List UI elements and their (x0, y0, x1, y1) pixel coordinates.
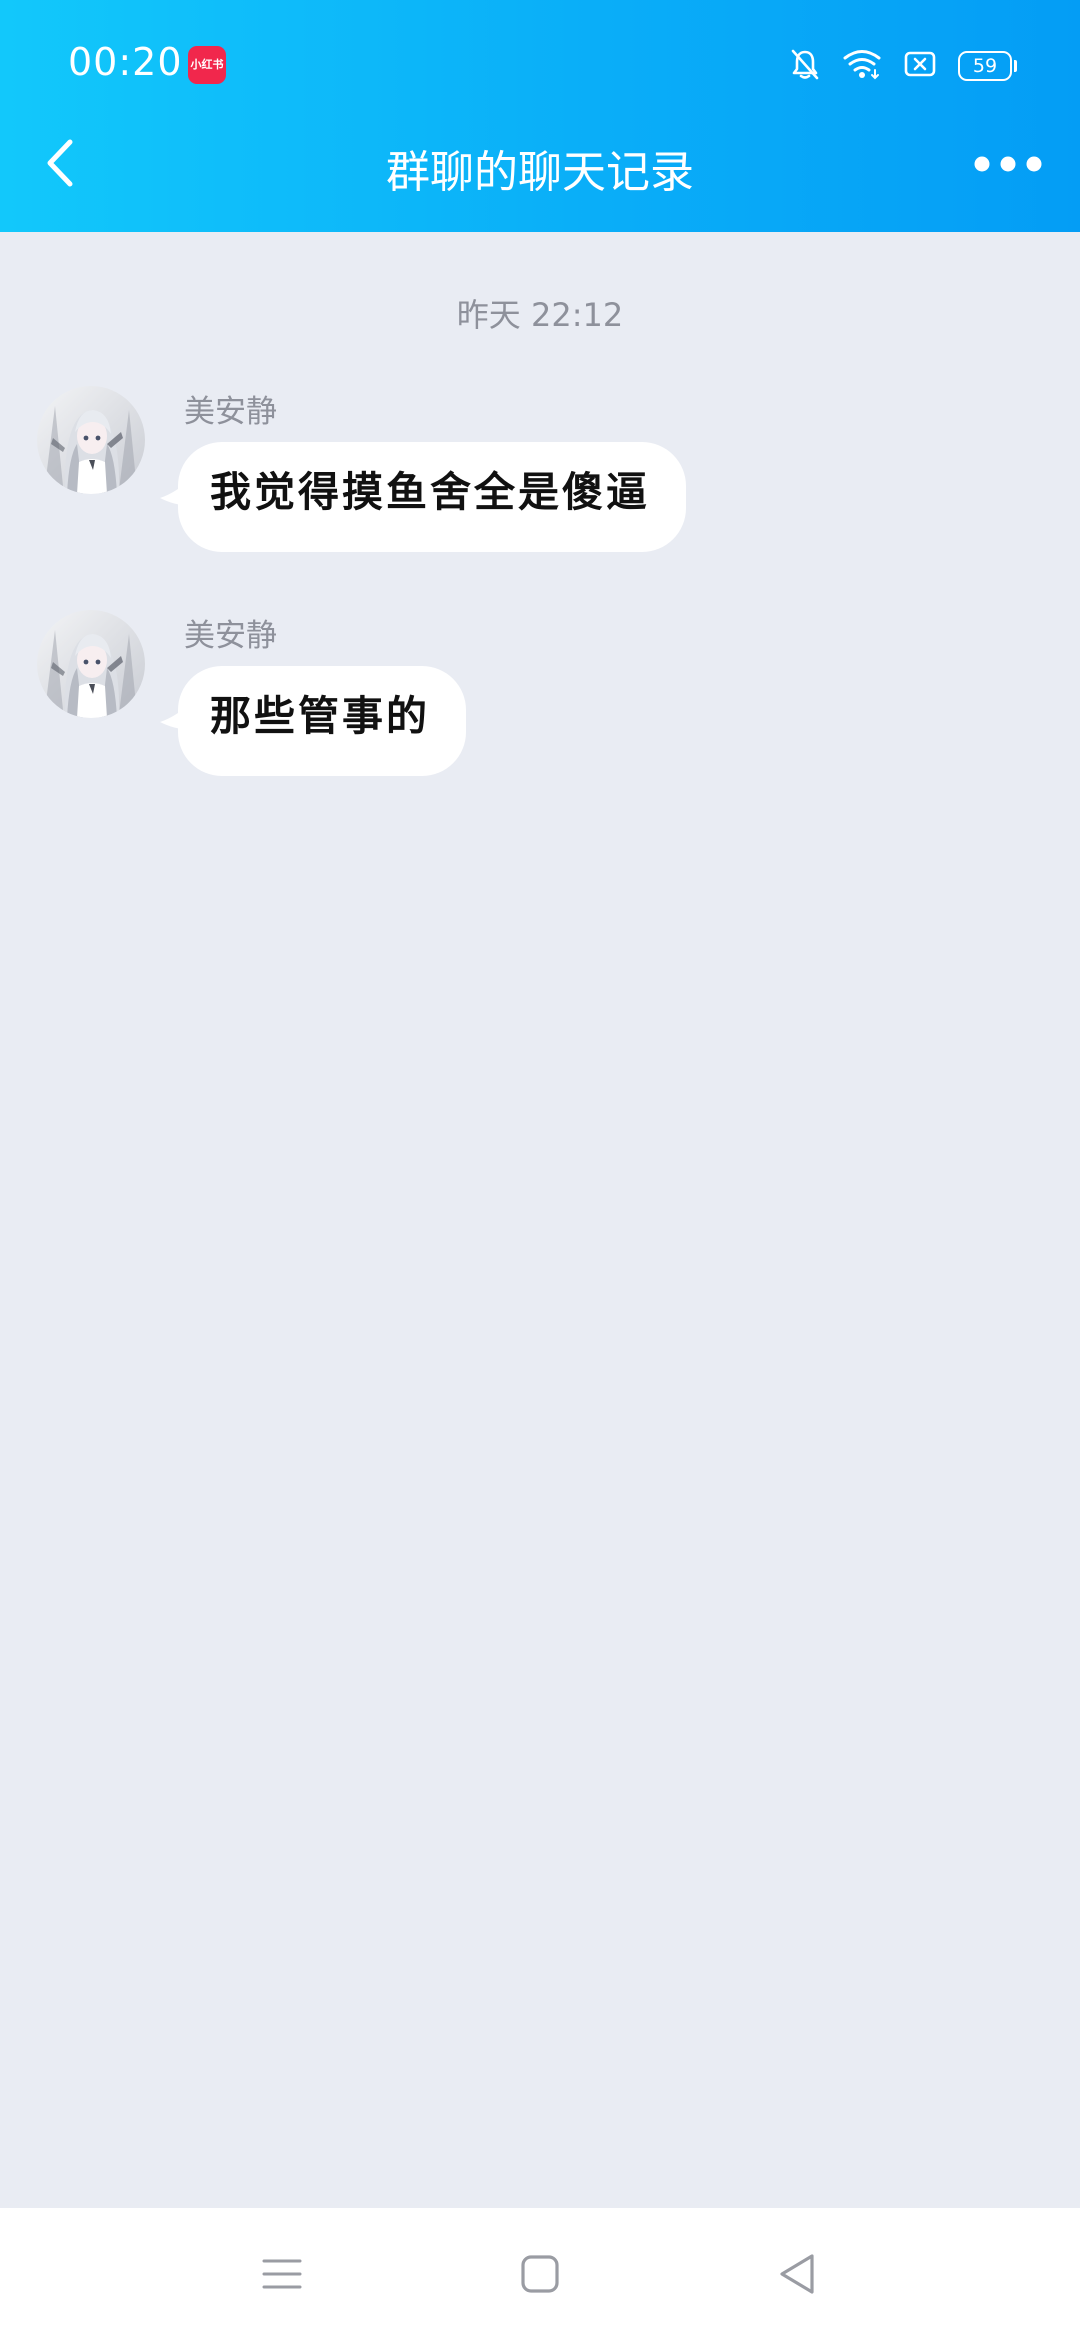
sim-off-icon (904, 50, 936, 82)
time-divider: 昨天 22:12 (456, 296, 624, 334)
battery-icon: 59 (958, 51, 1017, 81)
page-title: 群聊的聊天记录 (386, 147, 694, 198)
chevron-left-icon (47, 139, 73, 187)
message-bubble[interactable]: 那些管事的 (178, 666, 466, 776)
header-bar: 00:20 小红书 59 群聊的聊天记录 (0, 0, 1080, 232)
message-bubble[interactable]: 我觉得摸鱼舍全是傻逼 (178, 442, 686, 552)
more-horizontal-icon (974, 156, 1042, 172)
bell-off-icon (790, 48, 820, 84)
home-button[interactable] (512, 2246, 568, 2302)
menu-button[interactable] (254, 2246, 310, 2302)
app-notification-icon: 小红书 (188, 46, 226, 84)
back-triangle-icon (780, 2254, 814, 2294)
status-time: 00:20 (68, 40, 183, 84)
home-square-icon (521, 2255, 559, 2293)
more-button[interactable] (970, 140, 1046, 188)
back-nav-button[interactable] (770, 2246, 826, 2302)
avatar[interactable] (37, 610, 145, 718)
menu-icon (262, 2259, 302, 2289)
avatar[interactable] (37, 386, 145, 494)
system-nav-bar (0, 2208, 1080, 2340)
sender-name: 美安静 (184, 618, 277, 654)
wifi-icon (842, 48, 882, 84)
sender-name: 美安静 (184, 394, 277, 430)
status-icons: 59 (790, 46, 1017, 86)
back-button[interactable] (34, 128, 90, 198)
